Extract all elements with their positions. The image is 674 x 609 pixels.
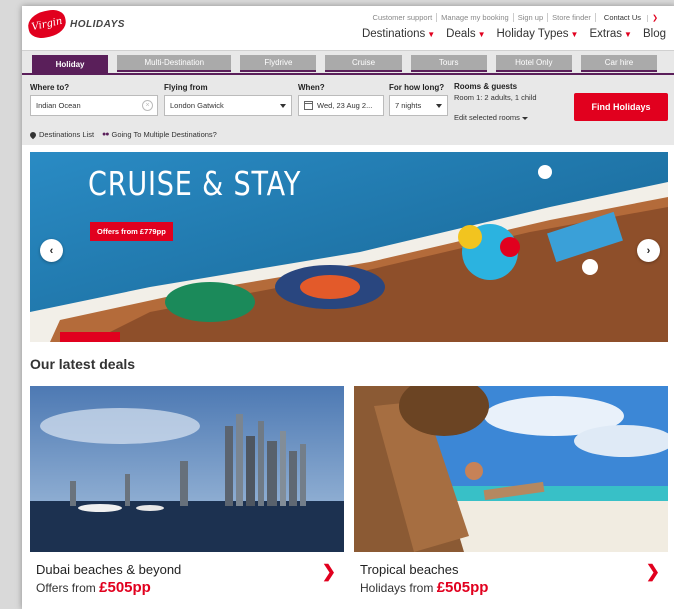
duration-label: For how long? bbox=[389, 83, 445, 92]
find-holidays-button[interactable]: Find Holidays bbox=[574, 93, 668, 121]
utility-nav: Customer support Manage my booking Sign … bbox=[369, 13, 666, 22]
nav-blog[interactable]: Blog bbox=[643, 28, 666, 40]
edit-rooms-link[interactable]: Edit selected rooms bbox=[454, 113, 528, 122]
hero-carousel[interactable]: CRUISE & STAY Offers from £779pp ‹ › bbox=[30, 152, 668, 342]
deal-offer: Offers from £505pp bbox=[36, 579, 344, 596]
nav-label: Deals bbox=[446, 28, 476, 40]
hero-title: CRUISE & STAY bbox=[88, 164, 302, 203]
hero-offer-badge[interactable]: Offers from £779pp bbox=[90, 222, 173, 241]
nav-holiday-types[interactable]: Holiday Types ▼ bbox=[497, 28, 579, 40]
nav-deals[interactable]: Deals ▼ bbox=[446, 28, 485, 40]
deals-heading: Our latest deals bbox=[30, 356, 136, 372]
site-header: Virgin HOLIDAYS Customer support Manage … bbox=[22, 6, 674, 50]
chevron-right-icon[interactable]: ❯ bbox=[322, 562, 336, 582]
tab-holiday[interactable]: Holiday bbox=[32, 55, 109, 74]
deal-card[interactable]: Dubai beaches & beyond Offers from £505p… bbox=[30, 386, 344, 609]
chevron-down-icon: ▼ bbox=[427, 29, 436, 39]
util-link-customer-support[interactable]: Customer support bbox=[369, 13, 437, 22]
nav-label: Extras bbox=[589, 28, 623, 40]
tab-flydrive[interactable]: Flydrive bbox=[240, 55, 317, 72]
nav-extras[interactable]: Extras ▼ bbox=[589, 28, 632, 40]
nav-destinations[interactable]: Destinations ▼ bbox=[362, 28, 435, 40]
rooms-label: Rooms & guests bbox=[454, 82, 518, 91]
where-label: Where to? bbox=[30, 83, 70, 92]
when-value: Wed, 23 Aug 2... bbox=[317, 101, 373, 110]
deal-card[interactable]: Tropical beaches Holidays from £505pp ❯ bbox=[354, 386, 668, 609]
calendar-icon bbox=[304, 101, 313, 110]
tropical-beach-image bbox=[354, 386, 668, 552]
where-value: Indian Ocean bbox=[36, 101, 81, 110]
chevron-down-icon: ▼ bbox=[624, 29, 632, 39]
chevron-down-icon bbox=[280, 104, 286, 108]
tab-car-hire[interactable]: Car hire bbox=[580, 55, 658, 72]
page: Virgin HOLIDAYS Customer support Manage … bbox=[22, 6, 674, 609]
from-label: Flying from bbox=[164, 83, 208, 92]
chevron-down-icon: ▼ bbox=[570, 29, 579, 39]
util-link-store-finder[interactable]: Store finder bbox=[547, 13, 595, 22]
deal-name: Tropical beaches bbox=[360, 562, 459, 577]
chevron-down-icon bbox=[436, 104, 442, 108]
when-date-input[interactable]: Wed, 23 Aug 2... bbox=[298, 95, 384, 116]
virgin-holidays-logo[interactable]: Virgin HOLIDAYS bbox=[25, 7, 125, 41]
arrow-right-icon[interactable]: › bbox=[637, 239, 660, 262]
tabs-underline bbox=[22, 73, 674, 75]
tab-multi-destination[interactable]: Multi-Destination bbox=[117, 55, 232, 72]
multi-pin-icon: ●● bbox=[102, 131, 110, 138]
nav-label: Blog bbox=[642, 28, 666, 40]
holiday-search-panel: Holiday Multi-Destination Flydrive Cruis… bbox=[22, 50, 674, 145]
logo-wordmark: HOLIDAYS bbox=[70, 18, 125, 30]
arrow-left-icon[interactable]: ‹ bbox=[40, 239, 63, 262]
dubai-skyline-image bbox=[30, 386, 344, 552]
tab-cruise[interactable]: Cruise bbox=[325, 55, 402, 72]
deal-offer: Holidays from £505pp bbox=[360, 579, 668, 596]
chevron-right-icon[interactable]: ❯ bbox=[646, 562, 660, 582]
chevron-down-icon: ❯ bbox=[647, 15, 662, 22]
destination-links: Destinations List ●● Going To Multiple D… bbox=[28, 130, 217, 139]
main-nav: Destinations ▼ Deals ▼ Holiday Types ▼ Extr… bbox=[351, 28, 666, 40]
search-tabs: Holiday Multi-Destination Flydrive Cruis… bbox=[32, 55, 666, 74]
edit-rooms-label: Edit selected rooms bbox=[454, 113, 520, 122]
util-link-sign-up[interactable]: Sign up bbox=[512, 13, 547, 22]
rooms-guests: Rooms & guests Room 1: 2 adults, 1 child bbox=[454, 81, 537, 103]
virgin-logo-badge: Virgin bbox=[25, 7, 69, 41]
nav-label: Destinations bbox=[361, 28, 426, 40]
clear-icon[interactable]: × bbox=[142, 100, 153, 111]
from-select[interactable]: London Gatwick bbox=[164, 95, 292, 116]
chevron-down-icon bbox=[521, 116, 528, 120]
util-link-manage-booking[interactable]: Manage my booking bbox=[436, 13, 513, 22]
deal-footer: Tropical beaches Holidays from £505pp ❯ bbox=[354, 552, 668, 608]
deal-price: £505pp bbox=[436, 579, 489, 596]
deal-price: £505pp bbox=[99, 579, 151, 596]
rooms-value: Room 1: 2 adults, 1 child bbox=[454, 93, 537, 102]
contact-us-label: Contact Us bbox=[603, 13, 642, 22]
chevron-down-icon: ▼ bbox=[477, 29, 486, 39]
where-input[interactable]: Indian Ocean × bbox=[30, 95, 158, 116]
contact-us-link[interactable]: Contact Us ❯ bbox=[594, 13, 666, 22]
deal-offer-prefix: Offers from bbox=[36, 581, 96, 595]
duration-value: 7 nights bbox=[395, 101, 422, 110]
destinations-list-link[interactable]: Destinations List bbox=[39, 130, 94, 139]
nav-label: Holiday Types bbox=[496, 28, 569, 40]
tab-tours[interactable]: Tours bbox=[410, 55, 487, 72]
deal-offer-prefix: Holidays from bbox=[360, 581, 434, 595]
when-label: When? bbox=[298, 83, 325, 92]
multi-destination-link[interactable]: Going To Multiple Destinations? bbox=[112, 130, 217, 139]
deal-name: Dubai beaches & beyond bbox=[36, 562, 182, 577]
pin-icon bbox=[28, 130, 38, 139]
duration-select[interactable]: 7 nights bbox=[389, 95, 448, 116]
deal-footer: Dubai beaches & beyond Offers from £505p… bbox=[30, 552, 344, 608]
tab-hotel-only[interactable]: Hotel Only bbox=[495, 55, 572, 72]
from-value: London Gatwick bbox=[170, 101, 224, 110]
